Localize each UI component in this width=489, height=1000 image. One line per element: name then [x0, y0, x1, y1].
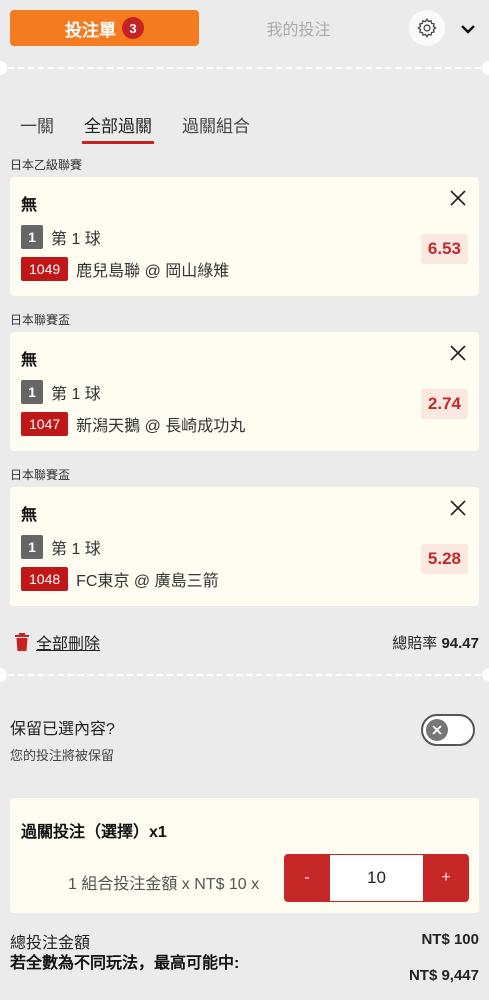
stake-formula: 1 組合投注金額 x NT$ 10 x	[68, 876, 260, 893]
match-name: FC東京 @ 廣島三箭	[76, 573, 219, 590]
tab-betslip-label: 投注單	[65, 20, 116, 40]
tab-all-parlay[interactable]: 全部過關	[74, 110, 162, 144]
gear-icon	[417, 18, 437, 38]
bet-type-tabs: 一關 全部過關 過關組合	[10, 110, 270, 144]
bet-card: 無 1 第 1 球 1047 新潟天鵝 @ 長崎成功丸 2.74	[10, 332, 479, 451]
selection-label: 第 1 球	[51, 541, 101, 558]
selection-number-badge: 1	[21, 225, 43, 249]
selection-number-badge: 1	[21, 535, 43, 559]
max-win-value: NT$ 9,447	[408, 967, 479, 984]
market-label: 無	[21, 197, 38, 214]
total-stake-label: 總投注金額	[10, 935, 91, 952]
selection-label: 第 1 球	[51, 231, 101, 248]
keep-subtitle: 您的投注將被保留	[10, 748, 115, 763]
tab-betslip[interactable]: 投注單 3	[10, 10, 199, 46]
tab-my-bets[interactable]: 我的投注	[226, 10, 371, 46]
max-win-label: 若全數為不同玩法，最高可能中:	[10, 955, 240, 972]
keep-selections: 保留已選內容? 您的投注將被保留	[10, 715, 115, 764]
delete-all-button[interactable]: 全部刪除	[14, 630, 100, 654]
total-odds-label: 總賠率	[392, 635, 438, 652]
match-id-badge: 1049	[21, 257, 69, 281]
market-label: 無	[21, 352, 38, 369]
odds-value: 5.28	[420, 544, 468, 574]
league-name: 日本聯賽盃	[10, 468, 71, 482]
match-name: 新潟天鵝 @ 長崎成功丸	[76, 418, 246, 435]
selection-label: 第 1 球	[51, 386, 101, 403]
close-icon[interactable]	[449, 499, 467, 517]
total-odds-value: 94.47	[441, 635, 479, 652]
selection-number-badge: 1	[21, 380, 43, 404]
total-odds: 總賠率 94.47	[392, 632, 479, 653]
settings-button[interactable]	[409, 10, 445, 46]
header: 投注單 3 我的投注	[0, 0, 489, 58]
match-name: 鹿兒島聯 @ 岡山綠雉	[76, 263, 230, 280]
tab-parlay-combo[interactable]: 過關組合	[172, 110, 260, 144]
odds-value: 6.53	[420, 234, 468, 264]
increase-stake-button[interactable]: +	[423, 854, 469, 902]
odds-value: 2.74	[420, 389, 468, 419]
betslip-count-badge: 3	[122, 17, 144, 39]
tab-single[interactable]: 一關	[10, 110, 64, 144]
parlay-stake-card: 過關投注（選擇）x1 1 組合投注金額 x NT$ 10 x - 10 +	[10, 798, 479, 913]
divider	[0, 61, 489, 75]
collapse-button[interactable]	[455, 16, 481, 42]
league-name: 日本乙級聯賽	[10, 158, 83, 172]
divider	[0, 668, 489, 682]
keep-selections-toggle[interactable]	[421, 714, 475, 746]
close-icon	[432, 725, 442, 735]
match-id-badge: 1047	[21, 412, 69, 436]
bet-card: 無 1 第 1 球 1049 鹿兒島聯 @ 岡山綠雉 6.53	[10, 177, 479, 296]
stake-stepper: - 10 +	[284, 854, 469, 902]
trash-icon	[15, 633, 29, 651]
total-stake-value: NT$ 100	[421, 931, 479, 948]
bet-card: 無 1 第 1 球 1048 FC東京 @ 廣島三箭 5.28	[10, 487, 479, 606]
close-icon[interactable]	[449, 189, 467, 207]
toggle-knob	[426, 719, 448, 741]
parlay-title: 過關投注（選擇）x1	[21, 824, 167, 841]
decrease-stake-button[interactable]: -	[284, 854, 330, 902]
close-icon[interactable]	[449, 344, 467, 362]
league-name: 日本聯賽盃	[10, 313, 71, 327]
delete-all-label: 全部刪除	[36, 636, 101, 653]
keep-title: 保留已選內容?	[10, 721, 115, 738]
market-label: 無	[21, 507, 38, 524]
stake-input[interactable]: 10	[330, 854, 423, 902]
match-id-badge: 1048	[21, 567, 69, 591]
chevron-down-icon	[461, 25, 475, 34]
